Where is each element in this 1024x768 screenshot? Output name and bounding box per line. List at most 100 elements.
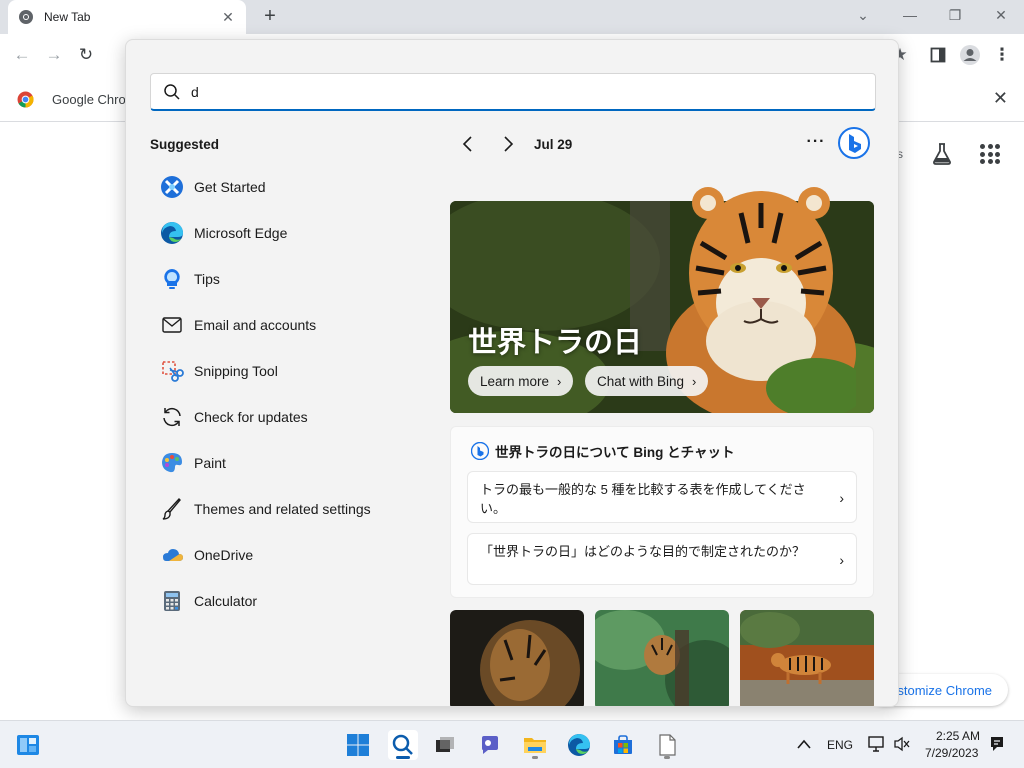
store-icon bbox=[614, 735, 632, 754]
windows-search-panel: Suggested Get Started Microsoft Edge bbox=[125, 39, 899, 707]
task-view-button[interactable] bbox=[430, 730, 460, 760]
tab-search-chevron-icon[interactable]: ⌄ bbox=[848, 4, 878, 26]
chat-card-title: 世界トラの日について Bing とチャット bbox=[495, 445, 735, 460]
hero-card[interactable]: 世界トラの日 Learn more › Chat with Bing › bbox=[450, 187, 874, 413]
suggested-item-paint[interactable]: Paint bbox=[150, 440, 420, 486]
get-started-icon bbox=[160, 175, 184, 199]
search-box[interactable] bbox=[150, 73, 876, 111]
tiger-thumbnail-3[interactable] bbox=[740, 610, 874, 706]
suggested-item-label: Check for updates bbox=[194, 409, 308, 425]
edge-icon bbox=[568, 734, 590, 756]
edge-taskbar-button[interactable] bbox=[564, 730, 594, 760]
suggested-item-label: Email and accounts bbox=[194, 317, 317, 333]
chevron-right-icon: › bbox=[557, 373, 562, 389]
chevron-right-icon: › bbox=[839, 552, 844, 568]
suggested-item-label: Themes and related settings bbox=[194, 501, 371, 517]
task-view-icon bbox=[436, 737, 454, 752]
taskbar: ENG 2:25 AM 7/29/2023 bbox=[0, 720, 1024, 768]
taskbar-search-button[interactable] bbox=[388, 730, 418, 760]
chat-prompt-text: 「世界トラの日」はどのような目的で制定されたのか？ bbox=[480, 544, 806, 559]
suggested-item-tips[interactable]: Tips bbox=[150, 256, 420, 302]
tab-close-icon[interactable]: ✕ bbox=[220, 9, 236, 26]
file-explorer-button[interactable] bbox=[520, 730, 550, 760]
reload-icon[interactable]: ↻ bbox=[74, 43, 98, 67]
chat-with-bing-button[interactable]: Chat with Bing › bbox=[585, 366, 709, 396]
onedrive-icon bbox=[160, 543, 184, 567]
notepad-button[interactable] bbox=[652, 730, 682, 760]
widgets-icon bbox=[17, 735, 39, 755]
back-icon[interactable]: ← bbox=[10, 43, 34, 67]
running-indicator bbox=[532, 756, 538, 759]
folder-icon bbox=[524, 738, 546, 753]
document-icon bbox=[659, 734, 676, 756]
suggested-item-email-accounts[interactable]: Email and accounts bbox=[150, 302, 420, 348]
more-options-icon[interactable]: ··· bbox=[806, 133, 826, 153]
suggested-item-snipping-tool[interactable]: Snipping Tool bbox=[150, 348, 420, 394]
chat-prompt-1[interactable]: トラの最も一般的な 5 種を比較する表を作成してください。 › bbox=[467, 471, 857, 523]
tiger-thumbnail-2[interactable] bbox=[595, 610, 729, 706]
chevron-right-icon: › bbox=[692, 373, 697, 389]
customize-chrome-label: stomize Chrome bbox=[897, 682, 992, 698]
suggested-item-check-updates[interactable]: Check for updates bbox=[150, 394, 420, 440]
chat-prompt-2[interactable]: 「世界トラの日」はどのような目的で制定されたのか？ › bbox=[467, 533, 857, 585]
store-button[interactable] bbox=[608, 730, 638, 760]
chevron-left-icon[interactable] bbox=[458, 134, 478, 154]
brush-icon bbox=[160, 497, 184, 521]
suggested-item-get-started[interactable]: Get Started bbox=[150, 164, 420, 210]
suggested-item-themes[interactable]: Themes and related settings bbox=[150, 486, 420, 532]
clock-time[interactable]: 2:25 AM bbox=[936, 729, 980, 743]
chevron-right-icon: › bbox=[839, 490, 844, 506]
search-input[interactable] bbox=[191, 83, 841, 100]
learn-more-label: Learn more bbox=[480, 373, 550, 389]
suggested-item-label: Snipping Tool bbox=[194, 363, 278, 379]
suggested-item-label: Get Started bbox=[194, 179, 266, 195]
language-indicator[interactable]: ENG bbox=[827, 738, 853, 752]
network-icon[interactable] bbox=[868, 736, 886, 752]
suggested-item-onedrive[interactable]: OneDrive bbox=[150, 532, 420, 578]
tips-icon bbox=[160, 267, 184, 291]
hero-title: 世界トラの日 bbox=[468, 327, 643, 359]
suggested-item-label: OneDrive bbox=[194, 547, 254, 563]
google-chrome-icon bbox=[17, 91, 34, 108]
suggested-item-microsoft-edge[interactable]: Microsoft Edge bbox=[150, 210, 420, 256]
show-hidden-icons-chevron-icon[interactable] bbox=[796, 738, 812, 750]
chevron-right-icon[interactable] bbox=[498, 134, 518, 154]
windows-start-icon bbox=[347, 734, 369, 756]
calculator-icon bbox=[160, 589, 184, 613]
restore-button[interactable]: ❐ bbox=[940, 4, 970, 26]
learn-more-button[interactable]: Learn more › bbox=[468, 366, 574, 396]
suggested-heading: Suggested bbox=[150, 137, 220, 152]
teams-chat-button[interactable] bbox=[475, 730, 505, 760]
chat-prompt-text: トラの最も一般的な 5 種を比較する表を作成してください。 bbox=[480, 482, 806, 516]
notification-icon[interactable] bbox=[988, 735, 1006, 753]
info-bar-close-icon[interactable]: ✕ bbox=[993, 88, 1008, 109]
edge-icon bbox=[160, 221, 184, 245]
snipping-tool-icon bbox=[160, 359, 184, 383]
forward-icon[interactable]: → bbox=[42, 43, 66, 67]
suggested-item-calculator[interactable]: Calculator bbox=[150, 578, 420, 624]
volume-muted-icon[interactable] bbox=[893, 736, 911, 752]
running-indicator bbox=[664, 756, 670, 759]
close-window-button[interactable]: ✕ bbox=[986, 4, 1016, 26]
mail-icon bbox=[160, 313, 184, 337]
profile-avatar-icon[interactable] bbox=[959, 44, 981, 66]
new-tab-button[interactable]: + bbox=[258, 5, 282, 29]
tab-strip: New Tab ✕ + ⌄ — ❐ ✕ bbox=[0, 0, 1024, 34]
search-icon bbox=[392, 734, 413, 755]
browser-menu-icon[interactable]: ⋮ bbox=[990, 43, 1014, 67]
chat-with-bing-label: Chat with Bing bbox=[597, 373, 685, 389]
clock-date[interactable]: 7/29/2023 bbox=[925, 746, 978, 760]
labs-flask-icon[interactable] bbox=[931, 142, 953, 166]
suggested-item-label: Calculator bbox=[194, 593, 258, 609]
chat-icon bbox=[482, 736, 498, 754]
minimize-button[interactable]: — bbox=[895, 4, 925, 26]
highlight-date: Jul 29 bbox=[534, 137, 573, 152]
suggested-item-label: Paint bbox=[194, 455, 226, 471]
google-apps-icon[interactable] bbox=[980, 144, 1000, 164]
bing-icon[interactable] bbox=[838, 127, 870, 159]
widgets-button[interactable] bbox=[13, 730, 43, 760]
tab-new-tab[interactable]: New Tab ✕ bbox=[8, 0, 246, 34]
start-button[interactable] bbox=[343, 730, 373, 760]
side-panel-icon[interactable] bbox=[930, 47, 946, 63]
tiger-thumbnail-1[interactable] bbox=[450, 610, 584, 706]
